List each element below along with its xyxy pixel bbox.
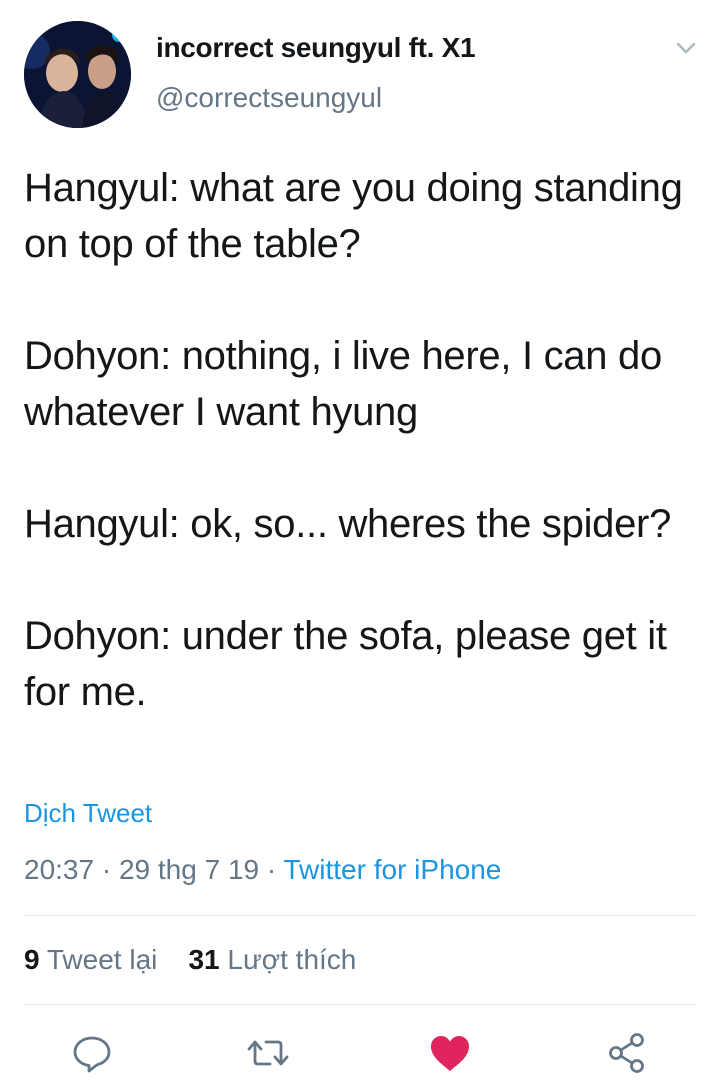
user-handle[interactable]: @correctseungyul [156, 82, 382, 114]
tweet-source-link[interactable]: Twitter for iPhone [283, 854, 501, 885]
retweets-label: Tweet lại [46, 944, 158, 975]
tweet-paragraph: Dohyon: under the sofa, please get it fo… [24, 614, 667, 714]
tweet-text: Hangyul: what are you doing standing on … [24, 160, 704, 776]
retweets-stat[interactable]: 9 Tweet lại [24, 944, 157, 975]
share-button[interactable] [606, 1031, 650, 1075]
likes-label: Lượt thích [227, 944, 357, 975]
avatar[interactable] [24, 21, 131, 128]
translate-tweet-link[interactable]: Dịch Tweet [24, 798, 152, 829]
likes-count: 31 [188, 944, 220, 975]
divider [24, 915, 696, 916]
tweet-paragraph: Hangyul: what are you doing standing on … [24, 166, 683, 266]
heart-icon [431, 1036, 469, 1071]
chevron-down-icon[interactable] [672, 34, 700, 62]
retweet-button[interactable] [246, 1031, 290, 1075]
avatar-image [24, 21, 131, 128]
reply-icon [73, 1036, 111, 1073]
tweet-meta: 20:37 · 29 thg 7 19 · Twitter for iPhone [24, 854, 501, 886]
likes-stat[interactable]: 31 Lượt thích [188, 944, 356, 975]
retweet-icon [247, 1040, 289, 1066]
tweet-stats: 9 Tweet lại 31 Lượt thích [24, 944, 356, 976]
reply-button[interactable] [70, 1031, 114, 1075]
share-icon [609, 1033, 644, 1073]
retweets-count: 9 [24, 944, 40, 975]
meta-separator: · [266, 854, 277, 885]
tweet-paragraph: Dohyon: nothing, i live here, I can do w… [24, 334, 662, 434]
tweet-paragraph: Hangyul: ok, so... wheres the spider? [24, 502, 672, 546]
divider [24, 1004, 696, 1005]
display-name[interactable]: incorrect seungyul ft. X1 [156, 32, 476, 64]
tweet-date[interactable]: 29 thg 7 19 [119, 854, 259, 885]
meta-separator: · [101, 854, 112, 885]
tweet-time[interactable]: 20:37 [24, 854, 94, 885]
like-button[interactable] [428, 1031, 472, 1075]
